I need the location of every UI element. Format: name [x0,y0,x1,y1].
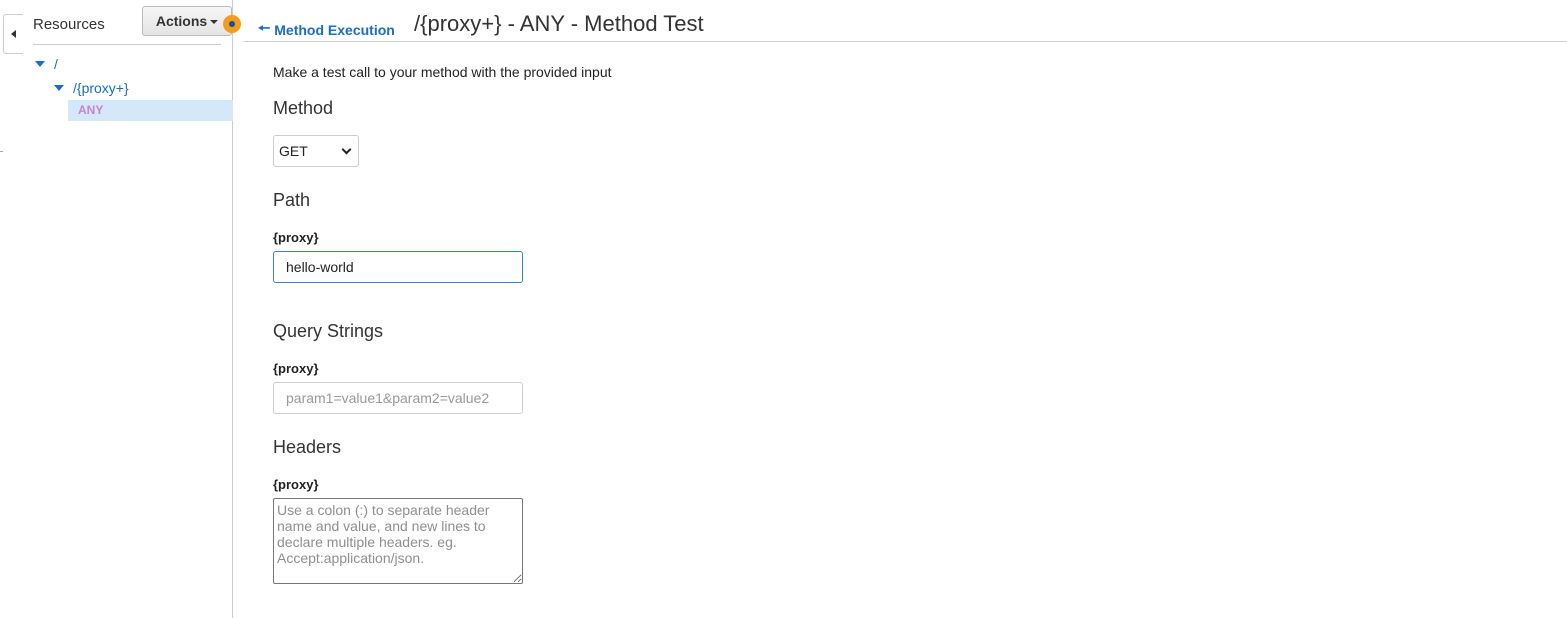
method-select[interactable]: GET [273,135,359,167]
method-section-title: Method [273,98,334,118]
divider [0,151,3,152]
query-strings-input[interactable] [273,382,523,414]
query-proxy-label: {proxy} [273,361,319,376]
headers-section-title: Headers [273,437,342,457]
caret-left-icon [11,30,16,38]
caret-down-icon [210,20,219,24]
actions-label: Actions [155,13,208,29]
back-link-label: Method Execution [274,22,395,38]
sidebar-header: Resources Actions [33,0,232,45]
resources-sidebar: Resources Actions / /{proxy+} ANY [22,0,233,618]
expand-caret-icon[interactable] [54,85,64,91]
tree-node-proxy[interactable]: /{proxy+} [54,80,129,96]
actions-button[interactable]: Actions [142,6,232,36]
tree-node-any-method[interactable]: ANY [68,100,233,121]
chevron-down-icon [341,144,352,154]
tree-node-label: /{proxy+} [73,80,129,96]
method-select-value: GET [279,143,308,159]
back-to-method-execution-link[interactable]: 🠔 Method Execution [258,18,395,42]
headers-textarea[interactable] [273,498,523,584]
expand-caret-icon[interactable] [35,61,45,67]
page-title: /{proxy+} - ANY - Method Test [414,11,704,36]
collapse-sidebar-button[interactable] [3,14,23,54]
status-dot-center [229,21,235,27]
sidebar-title: Resources [33,16,105,33]
query-strings-section-title: Query Strings [273,321,384,341]
status-indicator-icon [223,15,241,33]
path-section-title: Path [273,190,311,210]
path-proxy-input[interactable] [273,251,523,283]
intro-text: Make a test call to your method with the… [273,64,612,80]
tree-node-root[interactable]: / [35,56,58,72]
path-proxy-label: {proxy} [273,230,319,245]
tree-node-label: / [54,56,58,72]
headers-proxy-label: {proxy} [273,477,319,492]
arrow-left-icon: 🠔 [258,20,271,36]
page-header: 🠔 Method Execution /{proxy+} - ANY - Met… [244,0,1567,42]
